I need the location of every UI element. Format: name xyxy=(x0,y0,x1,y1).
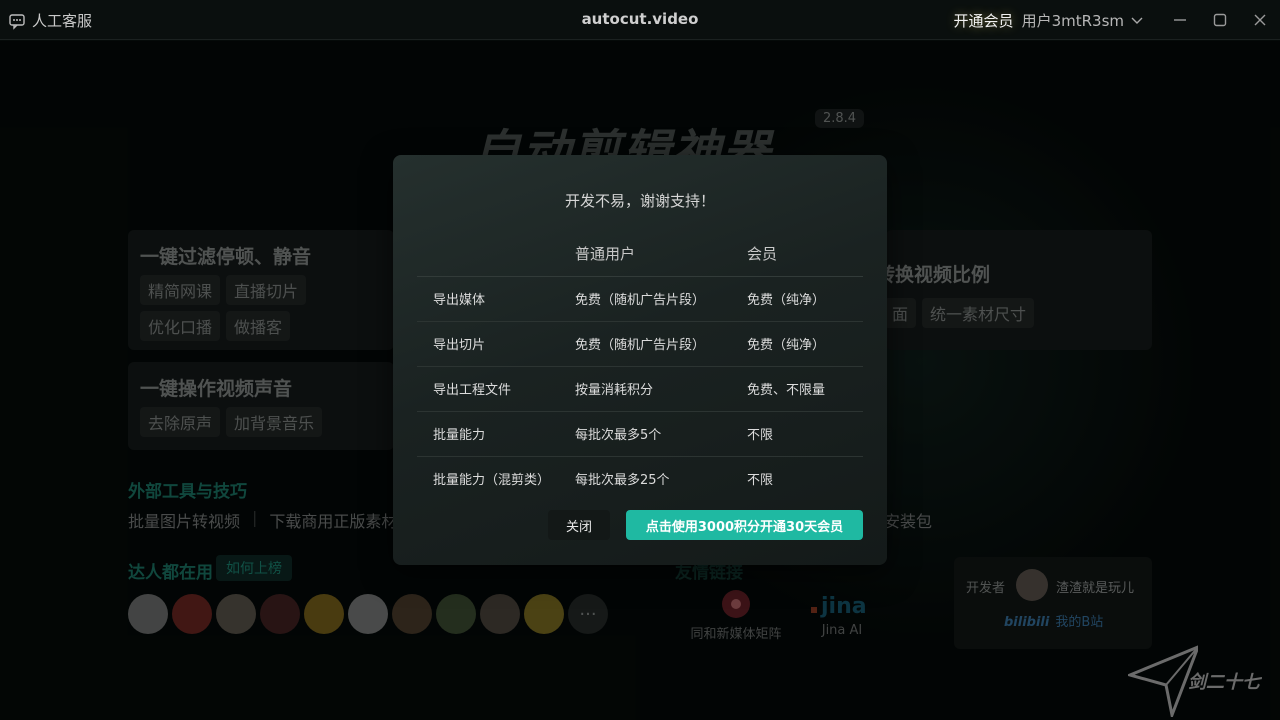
table-row: 导出媒体 免费（随机广告片段） 免费（纯净） xyxy=(417,276,863,322)
chat-icon xyxy=(9,13,25,30)
open-vip-button[interactable]: 开通会员 xyxy=(954,10,1014,31)
table-cell: 免费、不限量 xyxy=(747,366,863,412)
customer-service-button[interactable]: 人工客服 xyxy=(8,10,92,31)
table-cell: 导出切片 xyxy=(417,321,575,367)
minimize-icon xyxy=(1174,19,1186,21)
table-row: 导出工程文件 按量消耗积分 免费、不限量 xyxy=(417,366,863,412)
column-header: 普通用户 xyxy=(575,231,747,277)
dialog-title: 开发不易，谢谢支持！ xyxy=(564,192,715,210)
customer-service-label: 人工客服 xyxy=(32,12,93,30)
table-row: 批量能力（混剪类） 每批次最多25个 不限 xyxy=(417,456,863,501)
column-header: 会员 xyxy=(747,231,863,277)
maximize-icon xyxy=(1213,13,1227,27)
user-menu[interactable]: 用户3mtR3sm xyxy=(1022,10,1144,31)
table-row: 导出切片 免费（随机广告片段） 免费（纯净） xyxy=(417,321,863,367)
table-row: 批量能力 每批次最多5个 不限 xyxy=(417,411,863,457)
close-icon xyxy=(1254,14,1266,26)
table-cell: 按量消耗积分 xyxy=(575,366,747,412)
table-cell: 导出媒体 xyxy=(417,276,575,322)
table-cell: 批量能力 xyxy=(417,411,575,457)
table-cell: 导出工程文件 xyxy=(417,366,575,412)
column-header xyxy=(417,231,575,277)
title-bar: 人工客服 autocut.video 开通会员 用户3mtR3sm xyxy=(0,0,1280,40)
plan-comparison-table: 普通用户 会员 导出媒体 免费（随机广告片段） 免费（纯净） 导出切片 免费（随… xyxy=(417,231,863,501)
table-header-row: 普通用户 会员 xyxy=(417,231,863,277)
table-cell: 免费（随机广告片段） xyxy=(575,276,747,322)
table-cell: 免费（纯净） xyxy=(747,276,863,322)
table-cell: 不限 xyxy=(747,473,774,489)
table-cell: 每批次最多5个 xyxy=(575,411,747,457)
table-cell: 免费（纯净） xyxy=(747,321,863,367)
table-cell: 批量能力（混剪类） xyxy=(433,473,551,489)
minimize-button[interactable] xyxy=(1160,0,1200,40)
table-cell: 每批次最多25个 xyxy=(575,473,670,489)
close-window-button[interactable] xyxy=(1240,0,1280,40)
support-dialog: 开发不易，谢谢支持！ 普通用户 会员 导出媒体 免费（随机广告片段） 免费（纯净… xyxy=(393,155,887,565)
maximize-button[interactable] xyxy=(1200,0,1240,40)
chevron-down-icon xyxy=(1131,17,1143,24)
table-cell: 免费（随机广告片段） xyxy=(575,321,747,367)
redeem-vip-button[interactable]: 点击使用3000积分开通30天会员 xyxy=(626,510,863,540)
table-cell: 不限 xyxy=(747,411,863,457)
close-button[interactable]: 关闭 xyxy=(548,510,610,540)
user-name: 用户3mtR3sm xyxy=(1021,11,1124,30)
